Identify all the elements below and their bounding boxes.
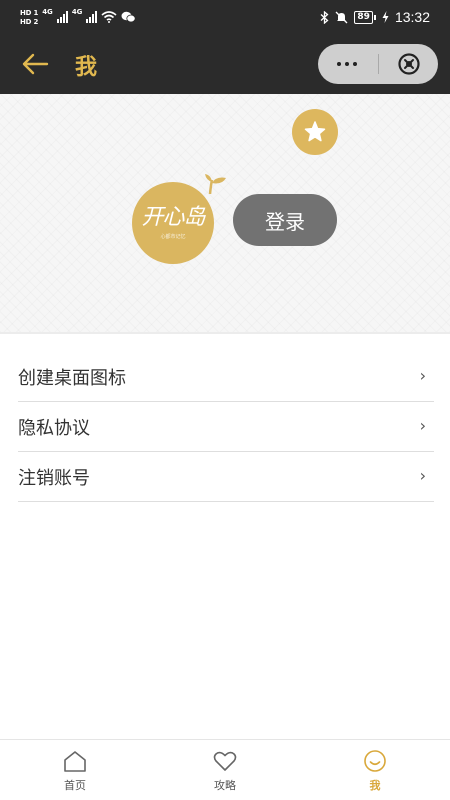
more-button[interactable] — [318, 44, 376, 84]
arrow-left-icon — [22, 53, 49, 75]
logo-text: 开心岛 — [141, 205, 205, 230]
logo-subtext: 心都市记忆 — [160, 234, 186, 240]
tab-me-label: 我 — [369, 779, 381, 792]
star-icon — [304, 121, 326, 142]
status-left: HD 1 HD 2 4G 4G — [20, 6, 137, 28]
tab-home[interactable]: 首页 — [0, 740, 150, 800]
login-button[interactable]: 登录 — [233, 194, 337, 246]
smile-icon — [364, 750, 386, 772]
signal-icon — [56, 11, 68, 23]
signal-icon-2 — [86, 11, 98, 23]
settings-menu: 创建桌面图标 › 隐私协议 › 注销账号 › — [18, 352, 434, 502]
menu-item-privacy-policy[interactable]: 隐私协议 › — [18, 402, 434, 452]
mini-program-capsule — [318, 44, 438, 84]
chevron-right-icon: › — [419, 366, 426, 385]
sim-indicators: HD 1 HD 2 — [20, 9, 38, 26]
menu-item-create-shortcut[interactable]: 创建桌面图标 › — [18, 352, 434, 402]
profile-header: 开心岛 心都市记忆 登录 — [0, 94, 450, 332]
page-title: 我 — [75, 55, 98, 80]
menu-item-label: 创建桌面图标 — [18, 367, 126, 389]
chevron-right-icon: › — [419, 416, 426, 435]
home-icon — [64, 751, 86, 772]
wechat-icon — [121, 11, 137, 23]
status-time: 13:32 — [394, 9, 430, 25]
status-bar: HD 1 HD 2 4G 4G 89 13:32 — [0, 0, 450, 34]
section-divider — [0, 332, 450, 334]
sim1-label: HD 1 — [20, 8, 39, 17]
menu-item-label: 注销账号 — [18, 467, 90, 489]
close-circle-icon — [398, 53, 420, 75]
brand-logo: 开心岛 心都市记忆 — [132, 182, 214, 264]
tab-guide[interactable]: 攻略 — [150, 740, 300, 800]
menu-item-delete-account[interactable]: 注销账号 › — [18, 452, 434, 502]
bluetooth-icon — [320, 10, 329, 24]
network-type-1: 4G — [42, 8, 53, 16]
capsule-divider — [378, 54, 379, 74]
close-button[interactable] — [380, 44, 438, 84]
avatar: 开心岛 心都市记忆 — [132, 172, 230, 272]
tab-guide-label: 攻略 — [214, 779, 236, 792]
sprout-icon — [205, 174, 226, 194]
mute-bell-icon — [335, 11, 348, 23]
charging-icon — [382, 11, 389, 23]
heart-icon — [213, 751, 237, 771]
bottom-tab-bar: 首页 攻略 我 — [0, 739, 450, 800]
title-bar: 我 — [0, 34, 450, 94]
favorite-badge[interactable] — [292, 109, 338, 155]
battery-level: 89 — [354, 10, 373, 24]
status-right: 89 13:32 — [320, 6, 430, 28]
more-dots-icon — [337, 62, 341, 66]
menu-item-label: 隐私协议 — [18, 417, 90, 439]
tab-home-label: 首页 — [64, 779, 86, 792]
chevron-right-icon: › — [419, 466, 426, 485]
back-button[interactable] — [18, 48, 52, 80]
sim2-label: HD 2 — [20, 17, 39, 26]
network-type-2: 4G — [71, 8, 83, 16]
wifi-icon — [101, 11, 117, 23]
battery-icon: 89 — [354, 10, 376, 24]
tab-me[interactable]: 我 — [300, 740, 450, 800]
